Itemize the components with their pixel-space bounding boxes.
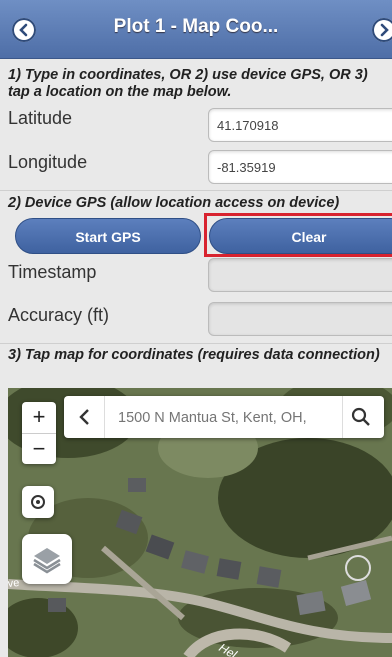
timestamp-label: Timestamp <box>8 262 97 282</box>
divider <box>0 190 392 191</box>
locate-icon <box>31 495 45 509</box>
chevron-right-icon <box>380 23 389 37</box>
header-bar: Plot 1 - Map Coo... <box>0 0 392 59</box>
accuracy-label: Accuracy (ft) <box>8 305 110 325</box>
instructions-text: 1) Type in coordinates, OR 2) use device… <box>8 67 368 100</box>
zoom-control: + − <box>22 402 56 464</box>
map-view[interactable]: ve Hel + − <box>8 388 392 657</box>
map-search-box <box>64 396 384 438</box>
divider <box>0 343 392 344</box>
longitude-label: Longitude <box>8 152 88 172</box>
accuracy-field <box>208 302 392 336</box>
clear-button[interactable]: Clear <box>209 218 392 254</box>
search-back-icon[interactable] <box>74 406 96 428</box>
layers-button[interactable] <box>22 534 72 584</box>
start-gps-button[interactable]: Start GPS <box>15 218 201 254</box>
gps-heading: 2) Device GPS (allow location access on … <box>8 195 340 211</box>
chevron-left-icon <box>19 23 28 37</box>
zoom-out-button[interactable]: − <box>22 434 56 465</box>
locate-button[interactable] <box>22 486 54 518</box>
longitude-field[interactable]: -81.35919 <box>208 150 392 184</box>
street-label-left: ve <box>8 577 20 590</box>
divider <box>104 396 105 438</box>
zoom-in-button[interactable]: + <box>22 402 56 434</box>
page-title: Plot 1 - Map Coo... <box>113 16 279 37</box>
latitude-label: Latitude <box>8 108 73 128</box>
forward-button[interactable] <box>372 18 392 42</box>
search-icon[interactable] <box>350 406 372 428</box>
divider <box>342 396 343 438</box>
back-button[interactable] <box>12 18 36 42</box>
map-heading: 3) Tap map for coordinates (requires dat… <box>8 347 380 363</box>
map-search-input[interactable] <box>116 404 340 432</box>
latitude-field[interactable]: 41.170918 <box>208 108 392 142</box>
timestamp-field <box>208 258 392 292</box>
layers-icon <box>33 548 61 574</box>
